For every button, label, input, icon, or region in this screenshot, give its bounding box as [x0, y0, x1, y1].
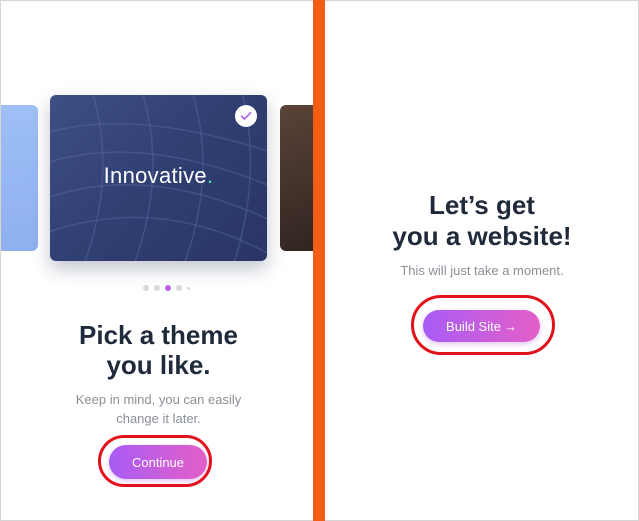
panel-divider [313, 0, 325, 521]
theme-card-previous[interactable] [1, 105, 38, 251]
pager-dot[interactable] [143, 285, 149, 291]
heading-line: you a website! [392, 221, 572, 251]
theme-card-innovative[interactable]: Innovative. [50, 95, 267, 261]
build-site-panel: Let’s get you a website! This will just … [326, 1, 638, 520]
build-site-heading: Let’s get you a website! [326, 190, 638, 252]
highlight-ring-continue [98, 435, 212, 487]
pager-dot[interactable] [187, 286, 190, 290]
theme-card-title: Innovative. [103, 163, 214, 188]
pager-dot[interactable] [154, 285, 160, 291]
heading-line: Let’s get [429, 190, 535, 220]
theme-picker-subtext: Keep in mind, you can easily change it l… [46, 390, 271, 428]
subtext-line: change it later. [116, 411, 201, 426]
title-dot: . [206, 163, 214, 188]
selected-check-icon [235, 105, 257, 127]
carousel-pager [143, 285, 190, 291]
pager-dot-active[interactable] [165, 285, 171, 291]
heading-line: you like. [106, 350, 211, 380]
pager-dot[interactable] [176, 285, 182, 291]
theme-picker-heading: Pick a theme you like. [31, 320, 286, 380]
heading-line: Pick a theme [79, 320, 238, 350]
highlight-ring-build [411, 295, 555, 355]
theme-card-next[interactable] [280, 105, 314, 251]
subtext-line: Keep in mind, you can easily [75, 392, 242, 407]
build-site-subtext: This will just take a moment. [400, 263, 564, 278]
theme-picker-panel: Innovative. Pick a theme you like. Keep … [1, 1, 314, 520]
